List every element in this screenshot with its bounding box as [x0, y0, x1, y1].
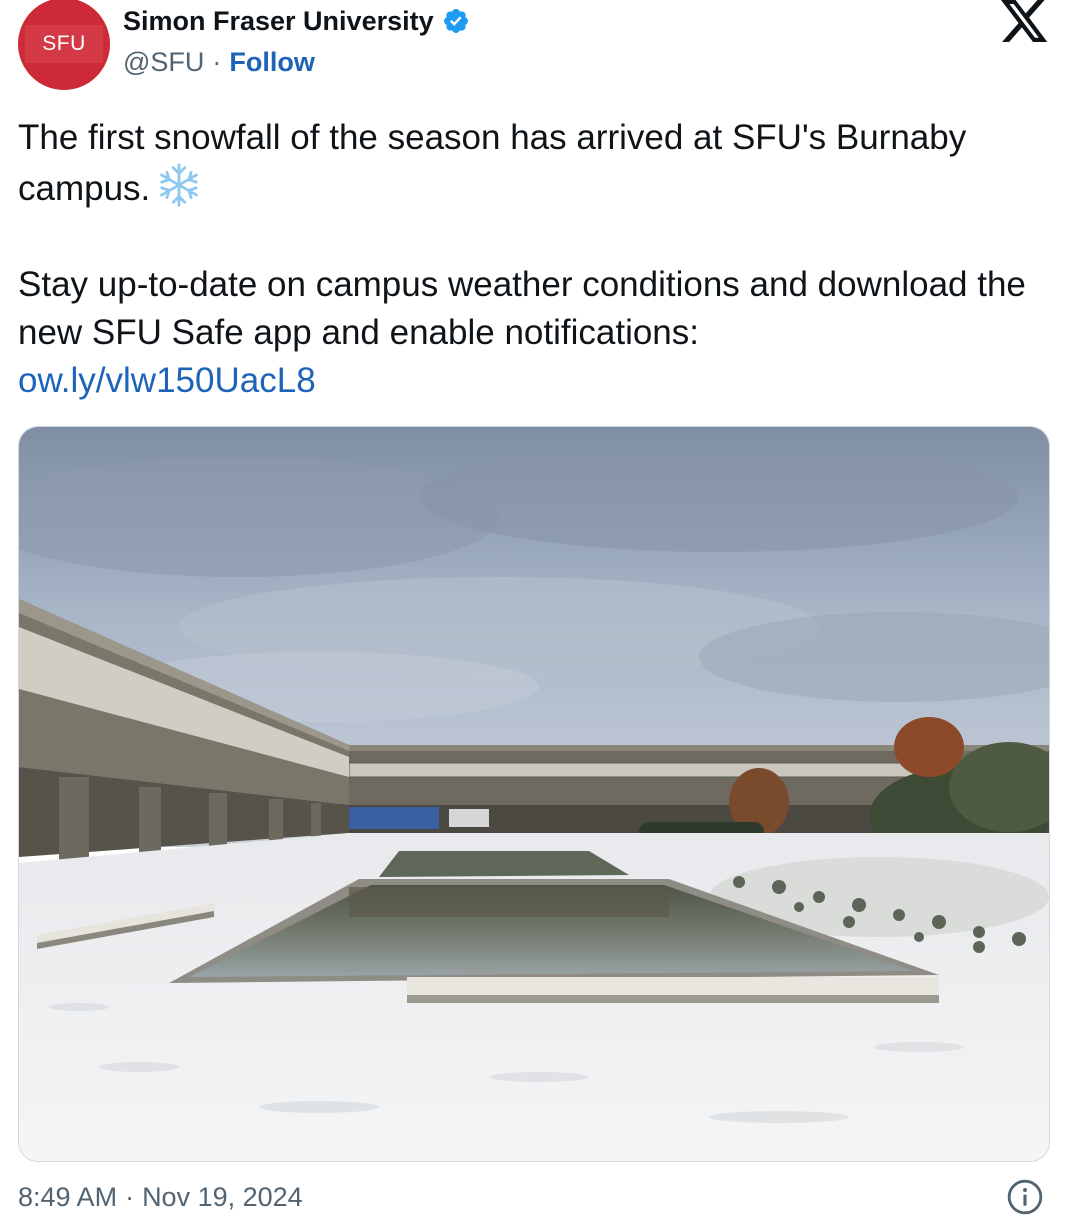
x-logo-icon[interactable]	[1000, 0, 1050, 44]
tweet-paragraph-1: The first snowfall of the season has arr…	[18, 114, 1048, 213]
tweet-paragraph-2: Stay up-to-date on campus weather condit…	[18, 261, 1048, 405]
author-handle-row: @SFU · Follow	[123, 44, 315, 80]
tweet-body: The first snowfall of the season has arr…	[18, 114, 1048, 405]
author-display-name[interactable]: Simon Fraser University	[123, 6, 434, 37]
verified-badge-icon	[443, 9, 468, 33]
avatar[interactable]: SFU	[18, 0, 110, 90]
tweet-time[interactable]: 8:49 AM	[18, 1182, 117, 1213]
author-name-row: Simon Fraser University	[123, 2, 470, 40]
footer-separator: ·	[125, 1181, 135, 1212]
avatar-text: SFU	[42, 32, 86, 55]
campus-snow-photo	[19, 427, 1049, 1161]
author-handle[interactable]: @SFU	[123, 47, 204, 78]
handle-separator: ·	[212, 46, 222, 77]
avatar-logo: SFU	[25, 25, 103, 63]
info-icon[interactable]	[1006, 1178, 1044, 1216]
tweet-header: SFU Simon Fraser University @SFU · Follo…	[0, 0, 1066, 100]
tweet-date[interactable]: Nov 19, 2024	[142, 1182, 303, 1213]
tweet-media-photo[interactable]	[18, 426, 1050, 1162]
follow-button[interactable]: Follow	[229, 47, 314, 78]
tweet-link[interactable]: ow.ly/vlw150UacL8	[18, 361, 316, 400]
snowflake-icon	[160, 163, 199, 207]
tweet-line-2: Stay up-to-date on campus weather condit…	[18, 265, 1026, 352]
tweet-footer: 8:49 AM · Nov 19, 2024	[18, 1174, 1048, 1220]
